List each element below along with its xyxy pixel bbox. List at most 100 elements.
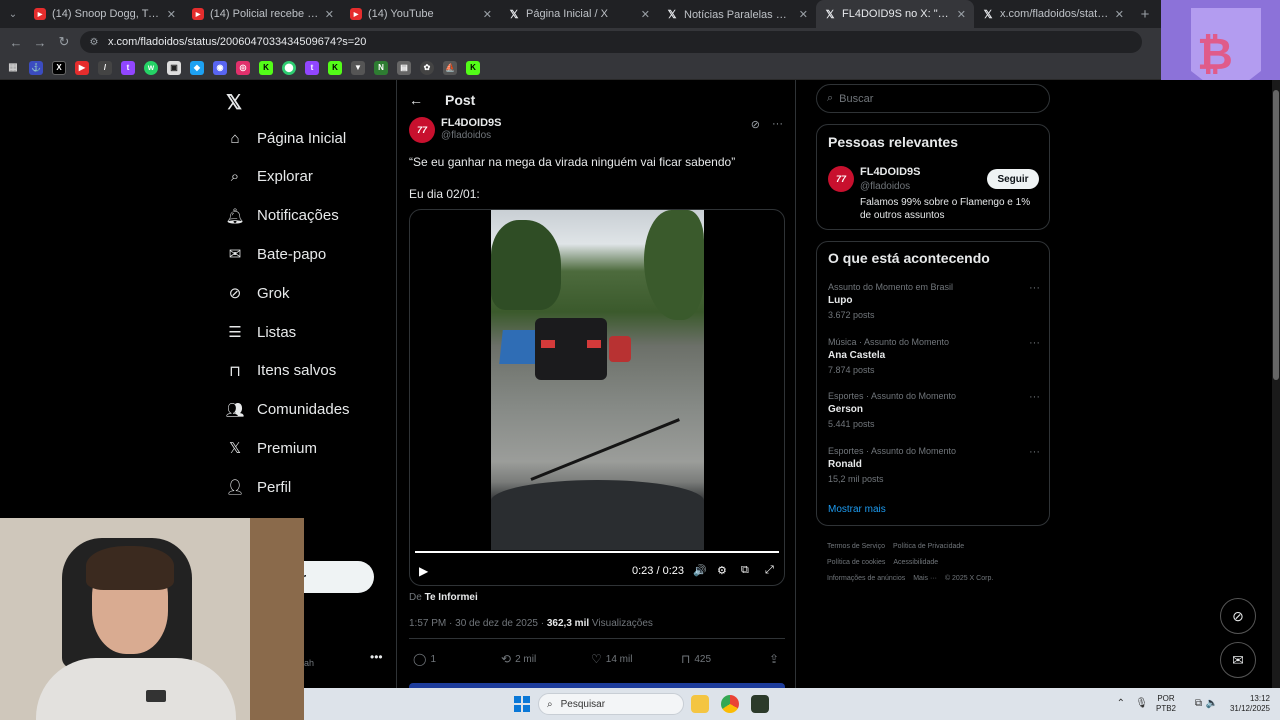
app-icon[interactable] xyxy=(751,695,769,713)
search-input[interactable]: ⌕ Buscar xyxy=(816,84,1050,113)
author-handle[interactable]: @fladoidos xyxy=(441,130,502,141)
tab-search-button[interactable]: ⌄ xyxy=(0,0,26,28)
bookmark-icon[interactable]: K xyxy=(259,60,273,75)
sidebar-item-bate-papo[interactable]: ✉ Bate-papo xyxy=(226,239,327,269)
trend-item[interactable]: Esportes · Assunto do Momento Ronald 15,2 … xyxy=(828,446,1040,484)
post-author[interactable]: 77 FL4DOID9S @fladoidos xyxy=(409,117,502,143)
browser-tab[interactable]: ▶ (14) YouTube ✕ xyxy=(342,0,500,28)
browser-tab[interactable]: 𝕏 Página Inicial / X ✕ xyxy=(500,0,658,28)
sidebar-item-listas[interactable]: ☰ Listas xyxy=(226,317,296,347)
apps-grid-icon[interactable]: ▦ xyxy=(6,61,20,75)
close-icon[interactable]: ✕ xyxy=(325,8,334,21)
bookmark-icon[interactable]: ▼ xyxy=(351,60,365,75)
close-icon[interactable]: ✕ xyxy=(799,8,808,21)
trend-item[interactable]: Música · Assunto do Momento Ana Castela 7.… xyxy=(828,337,1040,375)
bookmark-icon[interactable]: K xyxy=(466,60,480,75)
trend-item[interactable]: Assunto do Momento em Brasil Lupo 3.672 po… xyxy=(828,282,1040,320)
address-bar[interactable]: ⚙ x.com/fladoidos/status/200604703343450… xyxy=(80,31,1142,53)
new-tab-button[interactable]: + xyxy=(1132,6,1158,23)
close-icon[interactable]: ✕ xyxy=(483,8,492,21)
bookmark-icon[interactable]: ▤ xyxy=(397,60,411,75)
bookmark-icon[interactable]: ⛵ xyxy=(443,60,457,75)
microphone-icon[interactable]: 🎙 xyxy=(1135,698,1148,709)
reply-button[interactable]: ◯ 1 xyxy=(413,652,436,666)
reload-icon[interactable]: ↻ xyxy=(52,34,76,50)
bookmark-icon[interactable]: t xyxy=(305,60,319,75)
close-icon[interactable]: ✕ xyxy=(641,8,650,21)
video-progress-bar[interactable] xyxy=(415,551,779,553)
close-icon[interactable]: ✕ xyxy=(957,8,966,21)
footer-link[interactable]: © 2025 X Corp. xyxy=(945,575,993,582)
sidebar-item-itens-salvos[interactable]: ⊓ Itens salvos xyxy=(226,356,336,386)
back-arrow-icon[interactable]: ← xyxy=(409,92,423,108)
bookmark-icon[interactable]: t xyxy=(121,60,135,75)
fullscreen-icon[interactable]: ⤢ xyxy=(765,564,774,577)
bookmark-icon[interactable]: N xyxy=(374,60,388,75)
taskbar-search-input[interactable]: ⌕ Pesquisar xyxy=(538,693,684,715)
footer-link[interactable]: Política de Privacidade xyxy=(893,543,964,550)
bookmark-icon[interactable]: / xyxy=(98,60,112,75)
video-frame[interactable] xyxy=(491,210,704,550)
relevant-name[interactable]: FL4DOID9S xyxy=(860,166,921,178)
start-menu-icon[interactable] xyxy=(514,696,530,712)
language-indicator[interactable]: POR PTB2 xyxy=(1156,694,1176,714)
close-icon[interactable]: ✕ xyxy=(1115,8,1124,21)
sidebar-item-premium[interactable]: 𝕏 Premium xyxy=(226,433,317,463)
browser-tab[interactable]: ▶ (14) Policial recebe voz de prisã ✕ xyxy=(184,0,342,28)
more-options-icon[interactable]: ··· xyxy=(772,118,783,131)
sidebar-item-p-gina-inicial[interactable]: ⌂ Página Inicial xyxy=(226,123,346,153)
chrome-icon[interactable] xyxy=(721,695,739,713)
avatar[interactable]: 77 xyxy=(409,117,435,143)
bookmark-icon[interactable]: K xyxy=(328,60,342,75)
bookmark-button[interactable]: ⊓ 425 xyxy=(681,652,711,666)
footer-link[interactable]: Acessibilidade xyxy=(893,559,938,566)
browser-tab[interactable]: 𝕏 Notícias Paralelas no X: "🇧🇷 Bras ✕ xyxy=(658,0,816,28)
grok-icon[interactable]: ⊘ xyxy=(751,118,760,131)
bookmark-icon[interactable]: X xyxy=(52,60,66,75)
account-more-icon[interactable]: ••• xyxy=(370,650,383,664)
messages-fab-icon[interactable]: ✉ xyxy=(1220,642,1256,678)
bookmark-icon[interactable]: w xyxy=(144,60,158,75)
repost-button[interactable]: ⟲ 2 mil xyxy=(501,652,536,666)
bookmark-icon[interactable]: ▶ xyxy=(75,60,89,75)
author-display-name[interactable]: FL4DOID9S xyxy=(441,117,502,129)
sidebar-item-perfil[interactable]: 👤︎ Perfil xyxy=(225,472,291,502)
browser-tab[interactable]: ▶ (14) Snoop Dogg, Tupac, Nate D ✕ xyxy=(26,0,184,28)
x-logo-icon[interactable]: 𝕏 xyxy=(226,90,242,115)
post-timestamp[interactable]: 1:57 PM · 30 de dez de 2025 · xyxy=(409,618,547,629)
clock[interactable]: 13:12 31/12/2025 xyxy=(1230,694,1270,714)
chevron-up-icon[interactable]: ⌃ xyxy=(1117,698,1125,709)
volume-icon[interactable]: 🔈 xyxy=(1206,698,1218,709)
relevant-avatar[interactable]: 77 xyxy=(828,166,854,192)
video-player[interactable]: ▶ 0:23 / 0:23 🔊 ⚙ ⧉ ⤢ xyxy=(409,209,785,586)
forward-icon[interactable]: → xyxy=(28,35,52,50)
bookmark-icon[interactable]: ✿ xyxy=(420,60,434,75)
source-link[interactable]: Te Informei xyxy=(425,592,478,603)
browser-tab[interactable]: 𝕏 FL4DOID9S no X: ""Se eu ganh ✕ xyxy=(816,0,974,28)
close-icon[interactable]: ✕ xyxy=(167,8,176,21)
page-scrollbar[interactable] xyxy=(1272,80,1280,688)
footer-link[interactable]: Política de cookies xyxy=(827,559,885,566)
share-button[interactable]: ⇪ xyxy=(769,652,779,666)
more-options-icon[interactable]: ··· xyxy=(1029,391,1040,403)
sidebar-item-comunidades[interactable]: 👥︎ Comunidades xyxy=(225,395,349,425)
scroll-thumb[interactable] xyxy=(1273,90,1279,380)
trend-item[interactable]: Esportes · Assunto do Momento Gerson 5.441… xyxy=(828,391,1040,429)
site-info-icon[interactable]: ⚙ xyxy=(88,36,100,48)
sidebar-item-grok[interactable]: ⊘ Grok xyxy=(226,278,290,308)
play-icon[interactable]: ▶ xyxy=(419,564,428,578)
back-icon[interactable]: ← xyxy=(4,35,28,50)
show-more-link[interactable]: Mostrar mais xyxy=(828,504,886,515)
footer-link[interactable]: Mais ··· xyxy=(913,575,937,582)
more-options-icon[interactable]: ··· xyxy=(1029,282,1040,294)
bookmark-icon[interactable]: ◉ xyxy=(213,60,227,75)
more-options-icon[interactable]: ··· xyxy=(1029,446,1040,458)
settings-icon[interactable]: ⚙ xyxy=(717,564,727,577)
footer-link[interactable]: Informações de anúncios xyxy=(827,575,905,582)
grok-fab-icon[interactable]: ⊘ xyxy=(1220,598,1256,634)
sidebar-item-explorar[interactable]: ⌕ Explorar xyxy=(226,162,313,192)
follow-button[interactable]: Seguir xyxy=(987,169,1039,189)
network-icon[interactable]: ⧉ xyxy=(1195,698,1202,709)
more-options-icon[interactable]: ··· xyxy=(1029,337,1040,349)
bookmark-icon[interactable]: ▣ xyxy=(167,60,181,75)
